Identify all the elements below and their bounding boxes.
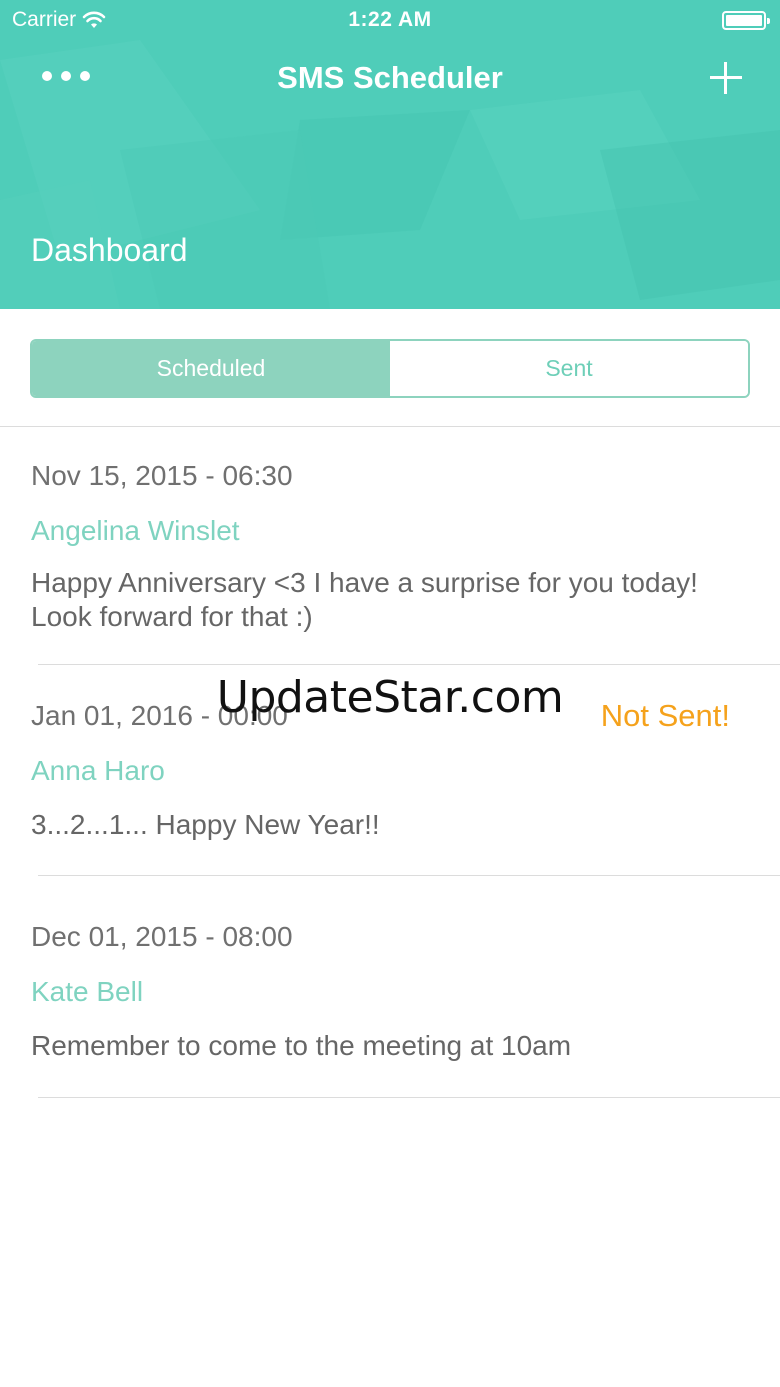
add-message-button[interactable] (706, 58, 746, 98)
status-bar: Carrier 1:22 AM (0, 0, 780, 40)
tab-segmented-control: Scheduled Sent (30, 339, 750, 398)
tab-scheduled[interactable]: Scheduled (32, 341, 390, 396)
message-date: Dec 01, 2015 - 08:00 (31, 921, 293, 952)
message-recipient: Anna Haro (31, 755, 165, 786)
message-list-item[interactable]: Dec 01, 2015 - 08:00 Kate Bell Remember … (0, 876, 780, 1098)
message-recipient: Angelina Winslet (31, 515, 240, 546)
status-time: 1:22 AM (348, 8, 432, 31)
watermark: UpdateStar.com (216, 672, 564, 723)
page-title: Dashboard (31, 232, 188, 268)
header-banner: Carrier 1:22 AM SMS Scheduler Dashboard (0, 0, 780, 309)
item-divider (38, 664, 780, 665)
tab-sent[interactable]: Sent (390, 341, 748, 396)
item-divider (38, 1097, 780, 1098)
message-text: Happy Anniversary <3 I have a surprise f… (31, 567, 698, 632)
message-list-item[interactable]: Nov 15, 2015 - 06:30 Angelina Winslet Ha… (0, 427, 780, 665)
message-date: Nov 15, 2015 - 06:30 (31, 460, 293, 491)
message-text: Remember to come to the meeting at 10am (31, 1030, 572, 1061)
message-recipient: Kate Bell (31, 976, 144, 1007)
app-title: SMS Scheduler (277, 60, 503, 95)
message-text: 3...2...1... Happy New Year!! (31, 809, 380, 840)
battery-icon (722, 11, 770, 30)
